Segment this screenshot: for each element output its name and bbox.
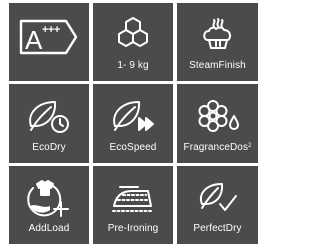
feature-tile-addload: AddLoad xyxy=(9,166,89,244)
feature-label-superscript: 2 xyxy=(248,143,252,149)
feature-tile-energy-class: A +++ xyxy=(9,3,89,81)
feature-icon-grid: A +++ 1- 9 kg SteamFinish EcoDry EcoSpee… xyxy=(9,3,258,244)
feature-label-text: FragranceDos xyxy=(183,142,249,153)
feature-tile-ecodry: EcoDry xyxy=(9,84,89,163)
hexagon-cluster-load-icon xyxy=(93,13,173,57)
eco-leaf-fast-forward-icon xyxy=(93,94,173,138)
feature-label: Pre-Ironing xyxy=(107,223,159,234)
steam-finish-icon xyxy=(177,13,258,57)
pre-ironing-iron-icon xyxy=(93,176,173,220)
feature-tile-ecospeed: EcoSpeed xyxy=(93,84,173,163)
feature-tile-steam-finish: SteamFinish xyxy=(177,3,258,81)
feature-label: SteamFinish xyxy=(189,60,246,71)
fragrance-flower-drop-icon xyxy=(177,94,258,138)
feature-label: EcoDry xyxy=(32,142,66,153)
feature-tile-fragrancedos: FragranceDos2 xyxy=(177,84,258,163)
eco-leaf-clock-icon xyxy=(9,94,89,138)
feature-label: AddLoad xyxy=(28,223,70,234)
feature-tile-load-capacity: 1- 9 kg xyxy=(93,3,173,81)
perfect-dry-leaf-check-icon xyxy=(177,176,258,220)
feature-label: 1- 9 kg xyxy=(117,60,149,71)
feature-label: FragranceDos2 xyxy=(177,142,258,154)
feature-tile-pre-ironing: Pre-Ironing xyxy=(93,166,173,244)
energy-class-letter: A xyxy=(25,25,43,55)
feature-label: EcoSpeed xyxy=(109,142,157,153)
add-load-shirt-plus-icon xyxy=(9,176,89,220)
energy-class-plus: +++ xyxy=(42,24,60,36)
feature-label: PerfectDry xyxy=(193,223,242,234)
feature-tile-perfectdry: PerfectDry xyxy=(177,166,258,244)
energy-class-a-plus-plus-plus-icon: A +++ xyxy=(9,17,89,57)
